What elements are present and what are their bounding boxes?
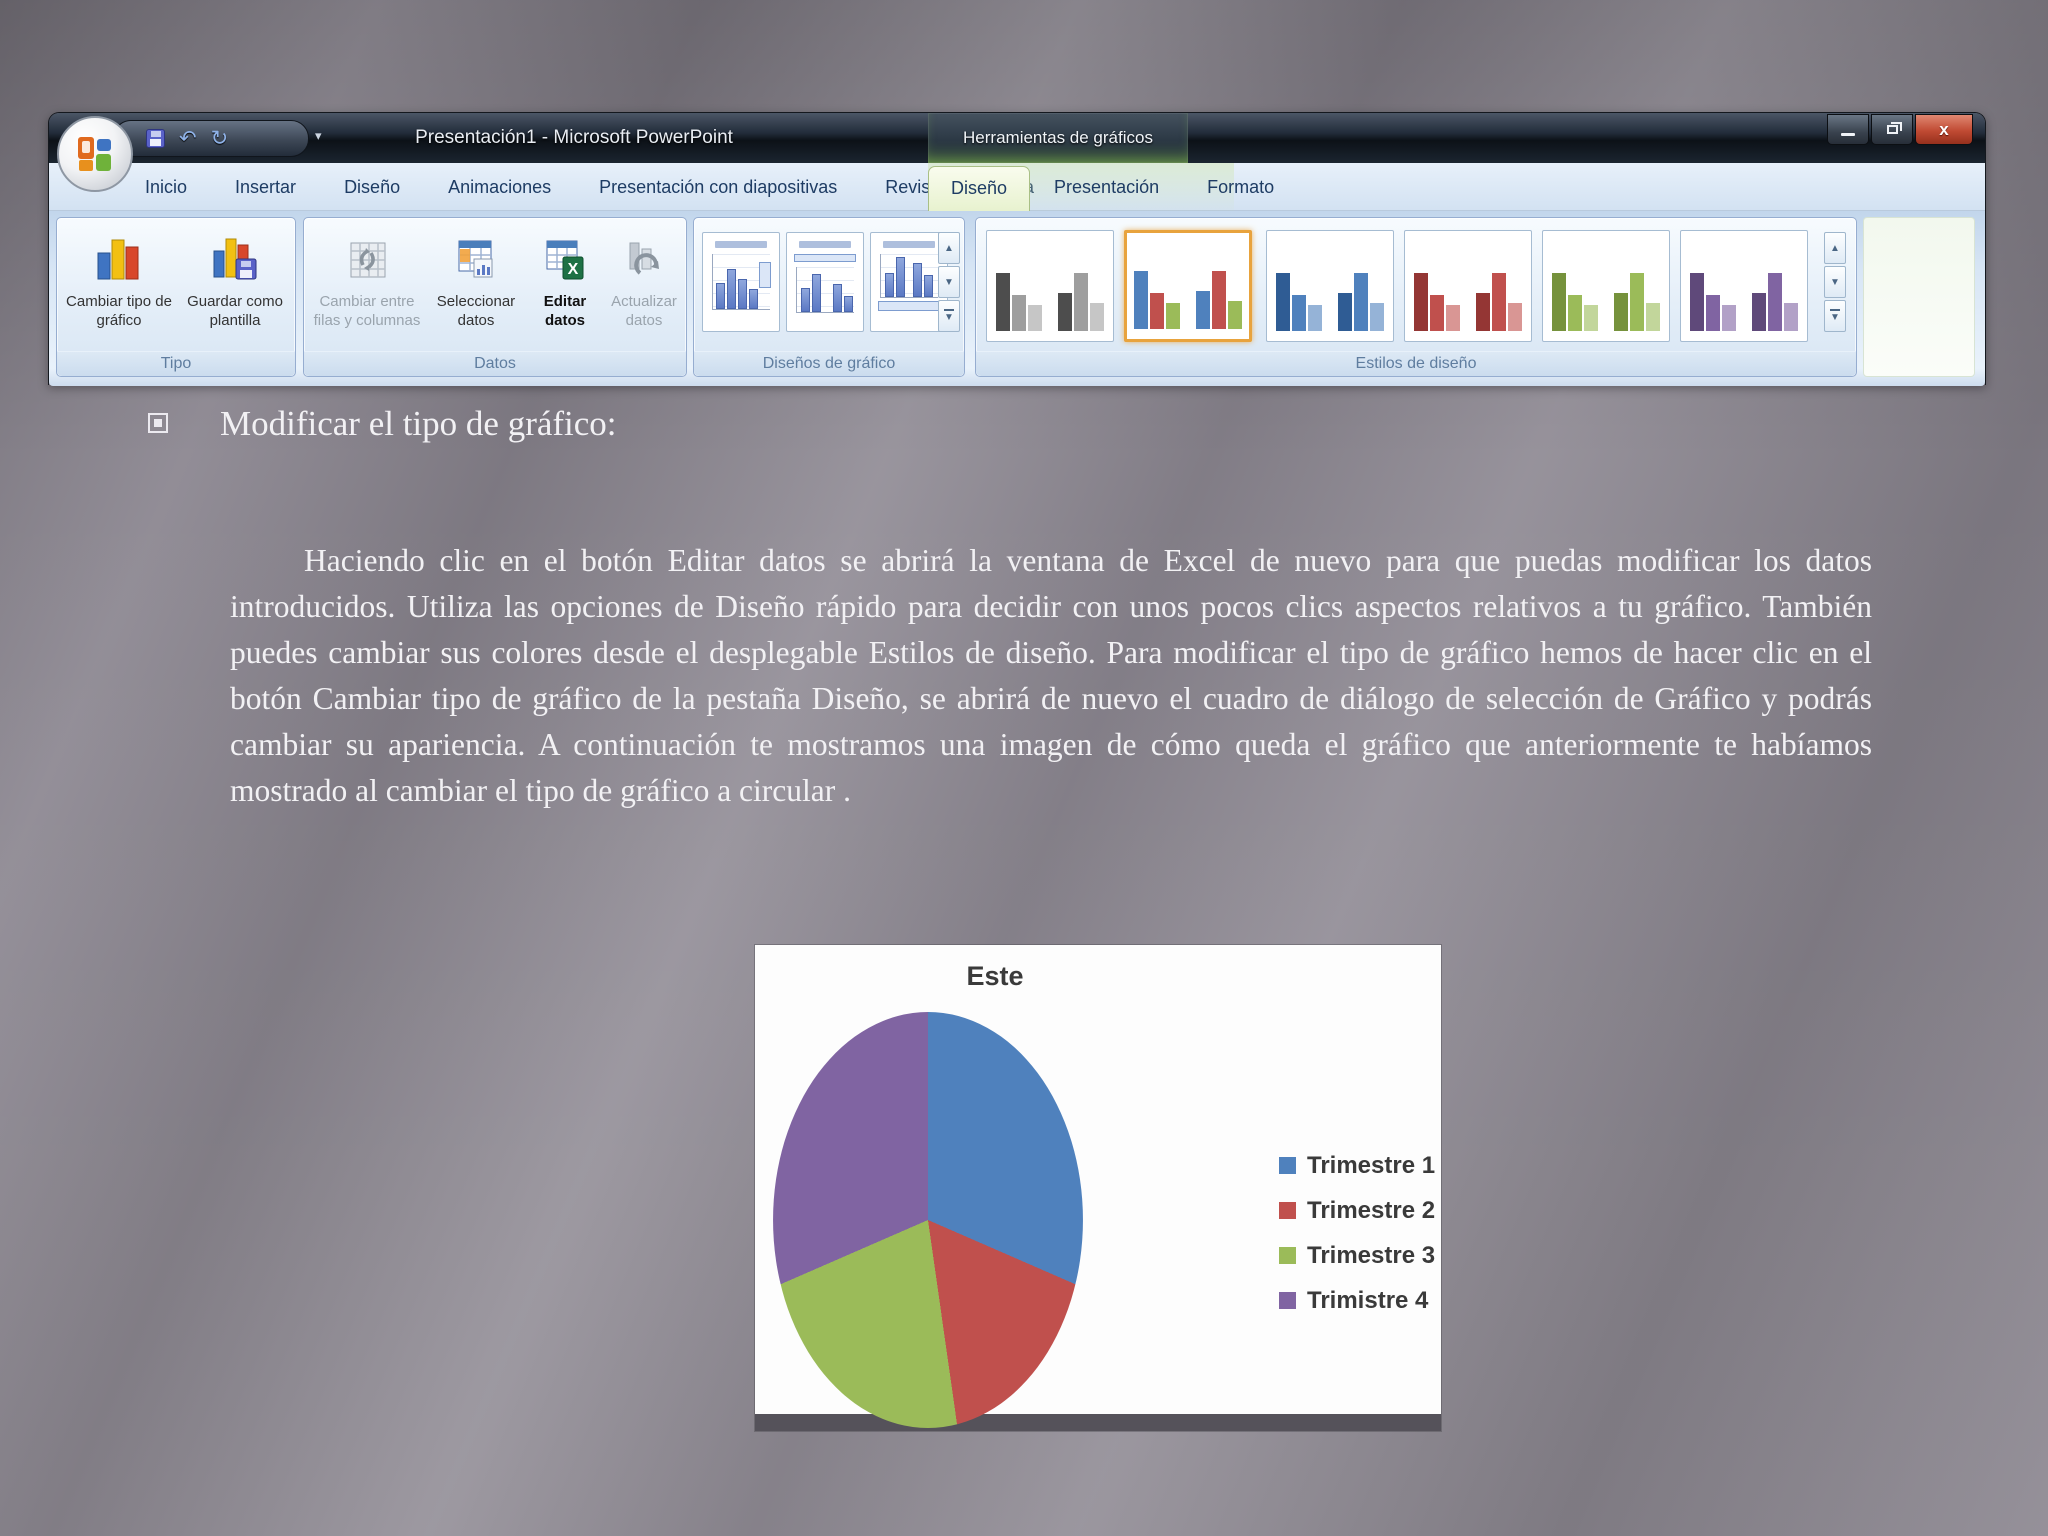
button-label: Seleccionar datos [436,293,516,329]
main-tabs: Inicio Insertar Diseño Animaciones Prese… [121,163,1058,211]
pie-chart-image: Este Trimestre 1 Trimestre 2 Trimestre 3… [755,945,1441,1431]
svg-text:X: X [568,261,579,278]
contextual-tab-group-header: Herramientas de gráficos [928,113,1188,163]
heading-text: Modificar el tipo de gráfico: [220,404,617,443]
window-title: Presentación1 - Microsoft PowerPoint [415,127,733,148]
style-scroll-up-icon[interactable]: ▲ [1824,232,1846,264]
group-tipo: Cambiar tipo de gráfico Guardar como pla… [56,217,296,377]
tab-formato-herramientas[interactable]: Formato [1183,163,1298,211]
chart-layout-thumbnail[interactable] [786,232,864,332]
customize-qat-icon[interactable]: ▾ [315,129,322,142]
group-label-datos: Datos [304,351,686,376]
close-button[interactable]: x [1915,114,1973,145]
actualizar-datos-button[interactable]: Actualizar datos [604,223,684,353]
minimize-button[interactable] [1827,114,1869,145]
tab-diseno[interactable]: Diseño [320,163,424,211]
minimize-icon [1841,133,1855,136]
bullet-heading: Modificar el tipo de gráfico: [148,404,617,444]
ribbon-empty-area [1863,217,1975,377]
cambiar-entre-filas-y-columnas-button[interactable]: Cambiar entre filas y columnas [308,223,426,353]
switch-row-column-icon [345,231,389,287]
contextual-tabs: Diseño Presentación Formato [928,163,1274,211]
change-chart-type-icon [94,231,144,287]
legend-item: Trimistre 4 [1279,1278,1435,1323]
edit-data-icon: X [543,231,587,287]
save-as-template-icon [210,231,260,287]
button-label: Actualizar datos [611,293,677,329]
legend-label: Trimestre 2 [1307,1196,1436,1224]
group-label-tipo: Tipo [57,351,295,376]
legend-swatch-trimestre-3 [1279,1247,1296,1264]
legend-label: Trimestre 3 [1307,1241,1436,1269]
editar-datos-button[interactable]: X Editar datos [526,223,604,353]
chart-layout-thumbnail[interactable] [870,232,948,332]
chart-style-option[interactable] [1404,230,1532,342]
layout-scroll-up-icon[interactable]: ▲ [938,232,960,264]
legend-item: Trimestre 2 [1279,1188,1435,1233]
style-gallery-more-icon[interactable]: ▼ [1824,300,1846,332]
tab-presentacion-con-diapositivas[interactable]: Presentación con diapositivas [575,163,861,211]
group-label-estilos: Estilos de diseño [976,351,1856,376]
legend-label: Trimistre 4 [1307,1286,1429,1314]
square-bullet-icon [148,413,168,433]
legend-label: Trimestre 1 [1307,1151,1436,1179]
legend-swatch-trimestre-2 [1279,1202,1296,1219]
guardar-como-plantilla-button[interactable]: Guardar como plantilla [179,223,291,353]
layout-scroll-down-icon[interactable]: ▼ [938,266,960,298]
chart-layout-thumbnail[interactable] [702,232,780,332]
refresh-data-icon [622,231,666,287]
chart-style-option[interactable] [1542,230,1670,342]
seleccionar-datos-button[interactable]: Seleccionar datos [430,223,522,353]
group-disenos-de-grafico: ▲ ▼ ▼ Diseños de gráfico [693,217,965,377]
group-estilos-de-diseno: ▲ ▼ ▼ Estilos de diseño [975,217,1857,377]
legend-item: Trimestre 1 [1279,1143,1435,1188]
chart-style-option-selected[interactable] [1124,230,1252,342]
window-controls: x [1827,114,1973,145]
legend-item: Trimestre 3 [1279,1233,1435,1278]
button-label: Guardar como plantilla [187,293,283,329]
tab-diseno-herramientas[interactable]: Diseño [928,166,1031,211]
office-button[interactable] [57,116,133,192]
chart-style-option[interactable] [1266,230,1394,342]
chart-title: Este [966,961,1024,991]
ribbon: Cambiar tipo de gráfico Guardar como pla… [49,211,1985,386]
restore-icon [1886,122,1902,134]
undo-icon[interactable]: ↶ [179,128,197,149]
group-datos: Cambiar entre filas y columnas Seleccion… [303,217,687,377]
office-logo-icon [78,137,111,171]
quick-access-toolbar: ↶ ↻ [113,120,309,157]
close-icon: x [1939,119,1949,139]
legend-swatch-trimestre-1 [1279,1157,1296,1174]
button-label: Cambiar tipo de gráfico [66,293,172,329]
tab-inicio[interactable]: Inicio [121,163,211,211]
layout-gallery-scrollbar: ▲ ▼ ▼ [938,232,960,332]
titlebar: ↶ ↻ ▾ Presentación1 - Microsoft PowerPoi… [49,113,1985,192]
button-label: Cambiar entre filas y columnas [313,293,421,329]
group-label-disenos: Diseños de gráfico [694,351,964,376]
chart-style-option[interactable] [1680,230,1808,342]
slide-canvas: ↶ ↻ ▾ Presentación1 - Microsoft PowerPoi… [0,0,2048,1536]
chart-legend: Trimestre 1 Trimestre 2 Trimestre 3 Trim… [1279,1143,1435,1323]
powerpoint-window: ↶ ↻ ▾ Presentación1 - Microsoft PowerPoi… [48,112,1986,386]
tab-animaciones[interactable]: Animaciones [424,163,575,211]
body-paragraph: Haciendo clic en el botón Editar datos s… [230,543,1872,808]
style-scroll-down-icon[interactable]: ▼ [1824,266,1846,298]
style-gallery-scrollbar: ▲ ▼ ▼ [1824,232,1846,332]
pie [773,1012,1083,1428]
button-label: Editar datos [543,293,587,329]
legend-swatch-trimistre-4 [1279,1292,1296,1309]
select-data-icon [454,231,498,287]
chart-style-option[interactable] [986,230,1114,342]
tab-presentacion-herramientas[interactable]: Presentación [1030,163,1183,211]
tab-insertar[interactable]: Insertar [211,163,320,211]
ribbon-tab-row: Inicio Insertar Diseño Animaciones Prese… [49,163,1985,250]
save-icon[interactable] [146,129,165,148]
layout-gallery-more-icon[interactable]: ▼ [938,300,960,332]
redo-icon[interactable]: ↻ [211,128,229,149]
restore-button[interactable] [1871,114,1913,145]
cambiar-tipo-de-grafico-button[interactable]: Cambiar tipo de gráfico [63,223,175,353]
